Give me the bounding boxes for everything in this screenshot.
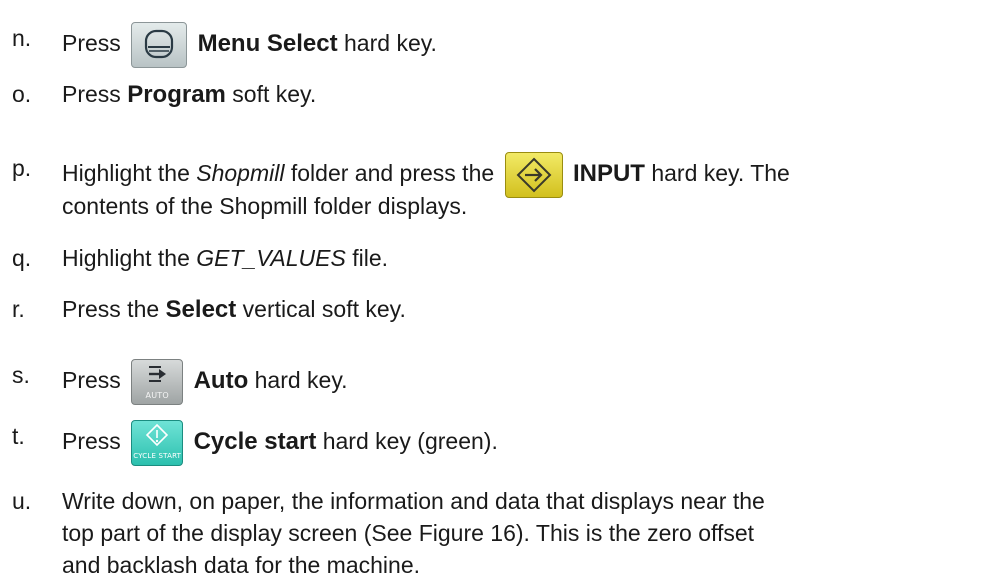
key-name: Select [165,296,237,323]
cycle-start-key-icon: CYCLE START [131,420,184,466]
step-suffix-text: vertical soft key. [236,296,406,322]
step-press-text: Press [62,81,128,107]
step-marker: p. [12,155,32,181]
step-suffix-text: hard key. [248,367,348,394]
step-press-text: Press [62,30,121,57]
step-marker: s. [12,362,30,388]
step-line: top part of the display screen (See Figu… [62,520,755,546]
step-suffix-text: hard key. The [644,160,790,187]
file-name: GET_VALUES [196,245,346,271]
step-suffix-text: soft key. [225,81,317,107]
step-marker: t. [12,423,25,449]
key-label: AUTO [145,391,169,400]
key-name: Cycle start [193,428,317,456]
step-middle-text: folder and press the [284,160,495,187]
step-continuation-text: contents of the Shopmill folder displays… [62,193,468,219]
step-marker: r. [12,296,25,322]
step-prefix-text: Highlight the [62,245,197,271]
step-press-text: Press [62,428,121,455]
key-name: Menu Select [197,30,338,58]
auto-key-icon: AUTO [131,359,184,405]
menu-select-key-icon [131,22,188,68]
key-name: INPUT [572,160,645,188]
step-suffix-text: hard key. [337,30,437,57]
step-suffix-text: file. [345,245,389,271]
step-suffix-text: hard key (green). [316,428,498,455]
step-marker: q. [12,245,32,271]
key-name: Program [127,81,226,108]
step-marker: u. [12,488,32,514]
input-key-icon [504,152,563,198]
instruction-list: n. Press Menu Select hard key. o. Press … [0,0,982,585]
step-prefix-text: Press the [62,296,166,322]
key-name: Auto [193,367,249,395]
step-press-text: Press [62,367,121,394]
step-line: and backlash data for the machine. [62,552,421,578]
step-marker: o. [12,81,32,107]
step-marker: n. [12,25,32,51]
step-line: Write down, on paper, the information an… [62,488,765,514]
step-prefix-text: Highlight the [62,160,197,187]
key-label: CYCLE START [133,452,182,460]
folder-name: Shopmill [196,160,285,187]
